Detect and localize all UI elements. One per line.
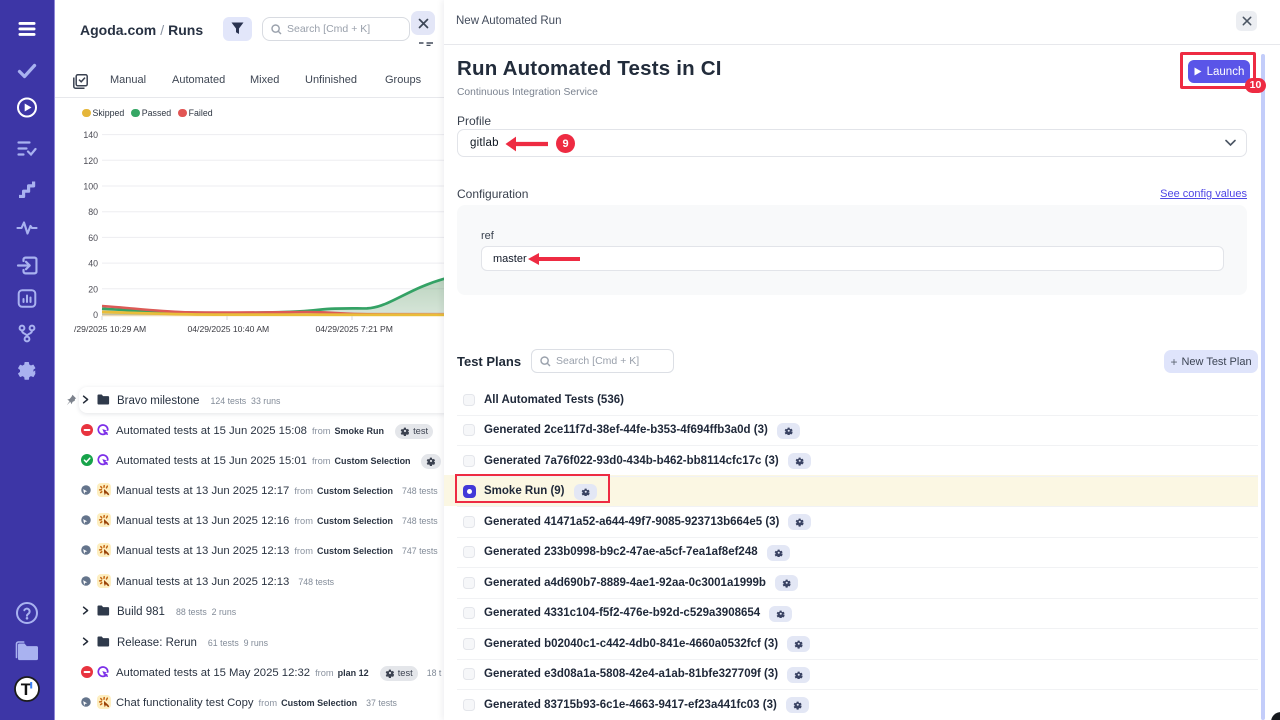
svg-text:100: 100 xyxy=(83,182,98,192)
svg-text:0: 0 xyxy=(93,310,98,320)
svg-text:60: 60 xyxy=(88,233,98,243)
svg-text:40: 40 xyxy=(88,259,98,269)
svg-text:04/29/2025 10:40 AM: 04/29/2025 10:40 AM xyxy=(188,324,270,334)
svg-text:04/29/2025 7:21 PM: 04/29/2025 7:21 PM xyxy=(316,324,393,334)
svg-text:140: 140 xyxy=(83,130,98,140)
svg-text:20: 20 xyxy=(88,284,98,294)
svg-text:120: 120 xyxy=(83,156,98,166)
svg-text:T: T xyxy=(21,680,32,699)
svg-text:80: 80 xyxy=(88,207,98,217)
svg-text:/29/2025 10:29 AM: /29/2025 10:29 AM xyxy=(74,324,146,334)
